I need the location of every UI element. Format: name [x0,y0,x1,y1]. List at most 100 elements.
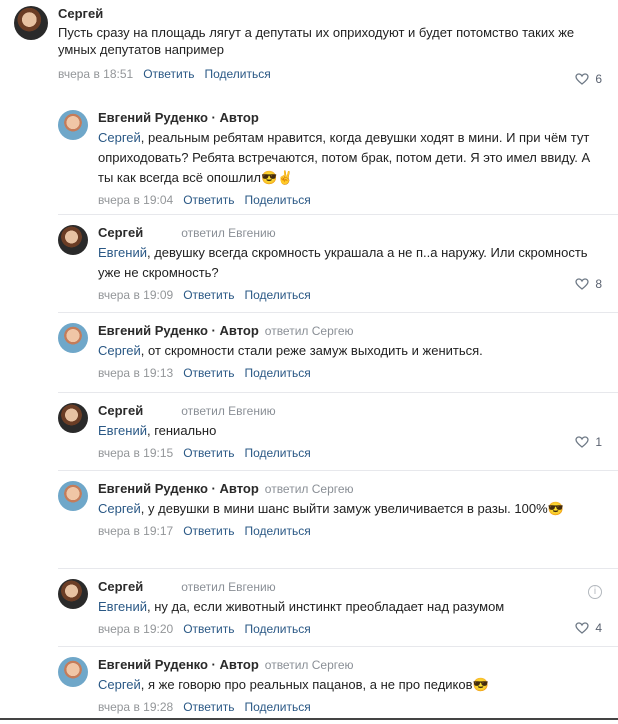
comment-time[interactable]: вчера в 19:15 [98,446,173,460]
comment-body: Евгений Руденко · Автор ответил Сергею Се… [98,657,602,716]
mention-link[interactable]: Евгений [98,599,147,614]
comment-text: Сергей, реальным ребятам нравится, когда… [98,130,591,185]
comment-body: Евгений Руденко · Автор ответил Сергею Се… [98,481,602,568]
comment-time[interactable]: вчера в 19:20 [98,622,173,636]
comment-reply: Евгений Руденко · Автор ответил Сергею Се… [58,470,618,568]
share-button[interactable]: Поделиться [244,366,310,380]
comment-time[interactable]: вчера в 18:51 [58,67,133,81]
comment-meta: вчера в 19:13 Ответить Поделиться [98,363,602,383]
comment-reply: Евгений Руденко · Автор ответил Сергею Се… [58,312,618,392]
replied-to[interactable]: ответил Евгению [181,404,275,418]
comment-top-level: Сергей Пусть сразу на площадь лягут а де… [0,6,618,98]
mention-link[interactable]: Сергей [98,501,141,516]
avatar[interactable] [58,579,88,609]
replied-to[interactable]: ответил Сергею [265,658,354,672]
share-button[interactable]: Поделиться [244,446,310,460]
avatar[interactable] [58,225,88,255]
like-count: 1 [595,435,602,449]
comment-time[interactable]: вчера в 19:28 [98,700,173,714]
like-count: 8 [595,277,602,291]
avatar[interactable] [58,323,88,353]
reply-button[interactable]: Ответить [183,622,234,636]
like-button[interactable]: 4 [575,621,602,635]
comment-body: Сергей ответил Евгению Евгений, ну да, ес… [98,579,602,646]
comment-reply: Сергей ответил Евгению Евгений, гениально… [58,392,618,470]
comment-text: Евгений, ну да, если животный инстинкт п… [98,599,505,614]
replied-to[interactable]: ответил Сергею [265,482,354,496]
reply-button[interactable]: Ответить [183,700,234,714]
reply-button[interactable]: Ответить [183,366,234,380]
comment-time[interactable]: вчера в 19:04 [98,193,173,207]
share-button[interactable]: Поделиться [244,193,310,207]
comment-author[interactable]: Евгений Руденко · Автор [98,657,259,672]
comments-thread: Сергей Пусть сразу на площадь лягут а де… [0,0,618,724]
comment-meta: вчера в 19:04 Ответить Поделиться [98,190,602,210]
like-button[interactable]: 1 [575,435,602,449]
avatar[interactable] [58,481,88,511]
mention-link[interactable]: Сергей [98,343,141,358]
report-info-icon[interactable]: i [588,585,602,599]
replied-to[interactable]: ответил Сергею [265,324,354,338]
comment-meta: вчера в 19:17 Ответить Поделиться [98,521,602,541]
comment-text: Евгений, девушку всегда скромность украш… [98,245,588,280]
share-button[interactable]: Поделиться [204,67,270,81]
comment-text: Сергей, от скромности стали реже замуж в… [98,343,483,358]
like-button[interactable]: 6 [575,72,602,86]
comment-text: Евгений, гениально [98,423,217,438]
comment-author[interactable]: Евгений Руденко · Автор [98,481,259,496]
heart-icon [575,622,589,634]
reply-button[interactable]: Ответить [183,288,234,302]
reply-button[interactable]: Ответить [183,193,234,207]
mention-link[interactable]: Сергей [98,130,141,145]
avatar[interactable] [58,657,88,687]
comment-reply: Сергей ответил Евгению Евгений, ну да, ес… [58,568,618,646]
replied-to[interactable]: ответил Евгению [181,580,275,594]
heart-icon [575,278,589,290]
comment-body: Евгений Руденко · Автор ответил Сергею Се… [98,323,602,392]
comment-meta: вчера в 19:28 Ответить Поделиться [98,697,602,717]
reply-button[interactable]: Ответить [143,67,194,81]
like-count: 4 [595,621,602,635]
avatar[interactable] [14,6,48,40]
comment-reply: Сергей ответил Евгению Евгений, девушку в… [58,214,618,312]
comment-time[interactable]: вчера в 19:13 [98,366,173,380]
comment-reply: Евгений Руденко · Автор ответил Сергею Се… [58,646,618,716]
comment-reply: Евгений Руденко · Автор Сергей, реальным… [58,98,618,214]
comment-meta: вчера в 19:20 Ответить Поделиться [98,619,602,639]
comment-author[interactable]: Евгений Руденко · Автор [98,110,259,125]
comment-text: Сергей, у девушки в мини шанс выйти заму… [98,501,564,516]
bottom-divider [0,718,618,720]
comment-body: Сергей Пусть сразу на площадь лягут а де… [58,6,604,98]
comment-meta: вчера в 19:09 Ответить Поделиться [98,285,602,305]
comment-time[interactable]: вчера в 19:17 [98,524,173,538]
comment-author[interactable]: Евгений Руденко · Автор [98,323,259,338]
like-count: 6 [595,72,602,86]
comment-body: Сергей ответил Евгению Евгений, гениально… [98,403,602,470]
comment-time[interactable]: вчера в 19:09 [98,288,173,302]
avatar[interactable] [58,403,88,433]
share-button[interactable]: Поделиться [244,288,310,302]
heart-icon [575,436,589,448]
comment-author[interactable]: Сергей [98,579,143,594]
mention-link[interactable]: Евгений [98,423,147,438]
share-button[interactable]: Поделиться [244,622,310,636]
replied-to[interactable]: ответил Евгению [181,226,275,240]
comment-meta: вчера в 19:15 Ответить Поделиться [98,443,602,463]
mention-link[interactable]: Сергей [98,677,141,692]
reply-button[interactable]: Ответить [183,446,234,460]
share-button[interactable]: Поделиться [244,524,310,538]
comment-text: Пусть сразу на площадь лягут а депутаты … [58,25,575,57]
comment-body: Евгений Руденко · Автор Сергей, реальным… [98,110,602,214]
like-button[interactable]: 8 [575,277,602,291]
mention-link[interactable]: Евгений [98,245,147,260]
comment-meta: вчера в 18:51 Ответить Поделиться [58,64,604,84]
avatar[interactable] [58,110,88,140]
comment-author[interactable]: Сергей [98,225,143,240]
share-button[interactable]: Поделиться [244,700,310,714]
comment-author[interactable]: Сергей [98,403,143,418]
heart-icon [575,73,589,85]
comment-text: Сергей, я же говорю про реальных пацанов… [98,677,489,692]
comment-body: Сергей ответил Евгению Евгений, девушку в… [98,225,602,312]
comment-author[interactable]: Сергей [58,6,103,21]
reply-button[interactable]: Ответить [183,524,234,538]
